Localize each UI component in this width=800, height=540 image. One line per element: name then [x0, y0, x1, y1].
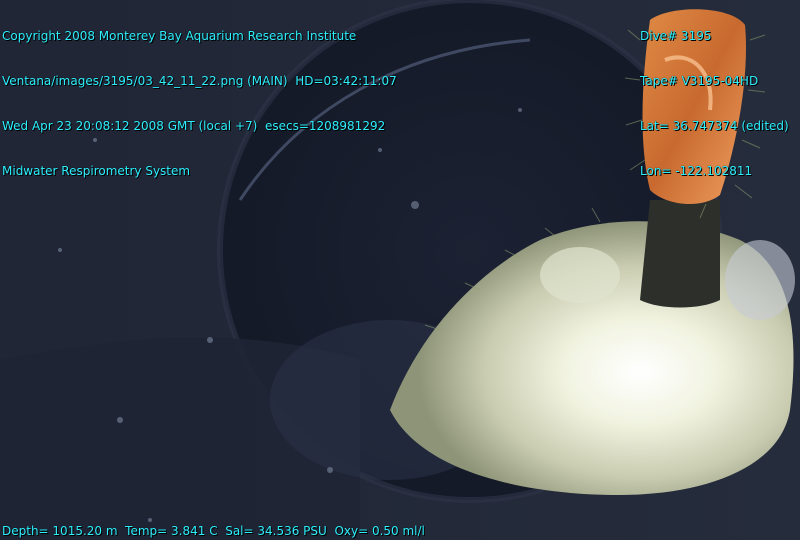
overlay-copyright: Copyright 2008 Monterey Bay Aquarium Res… — [2, 29, 357, 43]
overlay-sensor-readout: Depth= 1015.20 m Temp= 3.841 C Sal= 34.5… — [2, 524, 425, 538]
plunger-rod — [640, 200, 720, 308]
overlay-timestamp: Wed Apr 23 20:08:12 2008 GMT (local +7) … — [2, 119, 386, 133]
overlay-image-path: Ventana/images/3195/03_42_11_22.png (MAI… — [2, 74, 397, 88]
overlay-top-left: Copyright 2008 Monterey Bay Aquarium Res… — [2, 0, 397, 209]
overlay-dive-number: Dive# 3195 — [640, 29, 712, 43]
overlay-tape-number: Tape# V3195-04HD — [640, 74, 759, 88]
overlay-top-right: Dive# 3195 Tape# V3195-04HD Lat= 36.7473… — [640, 0, 789, 209]
overlay-latitude: Lat= 36.747374 (edited) — [640, 119, 789, 133]
overlay-longitude: Lon= -122.102811 — [640, 164, 753, 178]
overlay-system-name: Midwater Respirometry System — [2, 164, 191, 178]
camera-frame: Copyright 2008 Monterey Bay Aquarium Res… — [0, 0, 800, 540]
